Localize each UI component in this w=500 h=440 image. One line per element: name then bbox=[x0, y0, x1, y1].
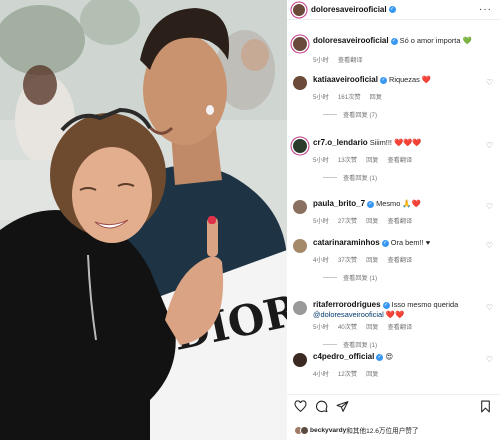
bookmark-icon[interactable] bbox=[479, 400, 492, 413]
comment-username[interactable]: paula_brito_7 bbox=[313, 199, 365, 208]
comment-time: 5小时 bbox=[313, 218, 329, 225]
post-side-panel: doloresaveirooficial ✓ ··· doloresaveiro… bbox=[287, 0, 500, 440]
verified-badge-icon: ✓ bbox=[376, 354, 384, 361]
comment-emoji: 😍 bbox=[385, 352, 394, 361]
comment-text: Ora bem!! bbox=[390, 238, 424, 247]
comment-emoji: ❤️ bbox=[421, 75, 432, 84]
more-options-icon[interactable]: ··· bbox=[479, 4, 492, 15]
like-comment-heart-icon[interactable]: ♡ bbox=[486, 241, 493, 250]
verified-badge-icon: ✓ bbox=[381, 240, 389, 247]
like-comment-heart-icon[interactable]: ♡ bbox=[486, 141, 493, 150]
comment-emoji: ♥ bbox=[425, 238, 431, 247]
author-avatar[interactable] bbox=[293, 3, 305, 16]
comment-icon[interactable] bbox=[315, 400, 328, 413]
translate-link[interactable]: 查看翻译 bbox=[338, 55, 363, 64]
comment-time: 5小时 bbox=[313, 157, 329, 164]
liked-by[interactable]: beckyvardy 和其他12.6万位用户赞了 bbox=[287, 422, 500, 438]
comment-time: 4小时 bbox=[313, 257, 329, 264]
avatar[interactable] bbox=[293, 37, 307, 51]
translate-link[interactable]: 查看翻译 bbox=[387, 155, 412, 164]
liked-by-suffix: 和其他12.6万位用户赞了 bbox=[346, 428, 419, 435]
comment-item: c4pedro_official ✓ 😍 ♡ 4小时 12次赞 回复 bbox=[293, 352, 493, 378]
comment-username[interactable]: katiaaveirooficial bbox=[313, 75, 378, 84]
comment-username[interactable]: doloresaveirooficial bbox=[313, 36, 389, 45]
view-replies-button[interactable]: 查看回复 (1) bbox=[323, 273, 493, 282]
post-photo[interactable]: DIOR bbox=[0, 0, 287, 440]
translate-link[interactable]: 查看翻译 bbox=[387, 255, 412, 264]
heart-icon[interactable] bbox=[294, 400, 307, 413]
comment-likes[interactable]: 40次赞 bbox=[338, 322, 357, 331]
comment-text: Siiim!!! bbox=[369, 138, 392, 147]
author-username[interactable]: doloresaveirooficial bbox=[311, 5, 387, 14]
avatar[interactable] bbox=[293, 139, 307, 153]
verified-badge-icon: ✓ bbox=[390, 38, 398, 45]
comment-item: paula_brito_7 ✓ Mesmo 🙏❤️ ♡ 5小时 27次赞 回复 查… bbox=[293, 199, 493, 225]
reply-button[interactable]: 回复 bbox=[366, 216, 378, 225]
avatar[interactable] bbox=[293, 353, 307, 367]
comment-likes[interactable]: 27次赞 bbox=[338, 216, 357, 225]
comment-likes[interactable]: 37次赞 bbox=[338, 255, 357, 264]
verified-badge-icon: ✓ bbox=[367, 201, 375, 208]
comment-likes[interactable]: 12次赞 bbox=[338, 369, 357, 378]
verified-badge-icon: ✓ bbox=[382, 302, 390, 309]
reply-button[interactable]: 回复 bbox=[366, 255, 378, 264]
reply-button[interactable]: 回复 bbox=[366, 322, 378, 331]
comment-item: catarinaraminhos ✓ Ora bem!! ♥ ♡ 4小时 37次赞… bbox=[293, 238, 493, 282]
comment-time: 5小时 bbox=[313, 94, 329, 101]
avatar[interactable] bbox=[293, 301, 307, 315]
comment-likes[interactable]: 13次赞 bbox=[338, 155, 357, 164]
comment-time: 5小时 bbox=[313, 57, 329, 64]
view-replies-button[interactable]: 查看回复 (7) bbox=[323, 110, 493, 119]
comment-likes[interactable]: 161次赞 bbox=[338, 92, 361, 101]
comment-time: 4小时 bbox=[313, 371, 329, 378]
verified-badge-icon: ✓ bbox=[379, 77, 387, 84]
caption: doloresaveirooficial ✓ Só o amor importa … bbox=[293, 36, 493, 64]
photo-illustration: DIOR bbox=[0, 0, 287, 440]
comment-username[interactable]: c4pedro_official bbox=[313, 352, 374, 361]
caption-emoji: 💚 bbox=[462, 36, 472, 45]
comment-text: Riquezas bbox=[388, 75, 420, 84]
post-header: doloresaveirooficial ✓ ··· bbox=[287, 0, 500, 20]
verified-badge-icon: ✓ bbox=[388, 6, 396, 13]
comment-username[interactable]: ritaferrorodrigues bbox=[313, 300, 381, 309]
comments-list: doloresaveirooficial ✓ Só o amor importa … bbox=[287, 22, 500, 394]
reply-button[interactable]: 回复 bbox=[366, 369, 378, 378]
reply-button[interactable]: 回复 bbox=[370, 92, 382, 101]
comment-mention[interactable]: @doloresaveirooficial bbox=[313, 310, 384, 319]
avatar[interactable] bbox=[293, 200, 307, 214]
translate-link[interactable]: 查看翻译 bbox=[387, 322, 412, 331]
comment-time: 5小时 bbox=[313, 324, 329, 331]
comment-text: Mesmo bbox=[376, 199, 401, 208]
like-comment-heart-icon[interactable]: ♡ bbox=[486, 78, 493, 87]
share-icon[interactable] bbox=[336, 400, 349, 413]
like-comment-heart-icon[interactable]: ♡ bbox=[486, 202, 493, 211]
like-comment-heart-icon[interactable]: ♡ bbox=[486, 303, 493, 312]
liked-by-username[interactable]: beckyvardy bbox=[310, 427, 346, 434]
comment-item: katiaaveirooficial ✓ Riquezas ❤️ ♡ 5小时 16… bbox=[293, 75, 493, 119]
post-action-bar bbox=[287, 394, 500, 418]
avatar[interactable] bbox=[293, 76, 307, 90]
comment-emoji: ❤️❤️❤️ bbox=[394, 138, 422, 147]
comment-text: Isso mesmo querida bbox=[391, 300, 459, 309]
avatar[interactable] bbox=[293, 239, 307, 253]
comment-emoji: ❤️❤️ bbox=[385, 310, 405, 319]
comment-item: ritaferrorodrigues ✓ Isso mesmo querida @… bbox=[293, 300, 493, 349]
like-comment-heart-icon[interactable]: ♡ bbox=[486, 355, 493, 364]
comment-username[interactable]: catarinaraminhos bbox=[313, 238, 380, 247]
view-replies-button[interactable]: 查看回复 (1) bbox=[323, 173, 493, 182]
view-replies-button[interactable]: 查看回复 (1) bbox=[323, 340, 493, 349]
translate-link[interactable]: 查看翻译 bbox=[387, 216, 412, 225]
reply-button[interactable]: 回复 bbox=[366, 155, 378, 164]
caption-text: Só o amor importa bbox=[399, 36, 461, 45]
comment-emoji: 🙏❤️ bbox=[402, 199, 421, 208]
liked-by-avatars bbox=[294, 425, 309, 435]
comment-item: cr7.o_lendario Siiim!!! ❤️❤️❤️ ♡ 5小时 13次… bbox=[293, 138, 493, 182]
comment-username[interactable]: cr7.o_lendario bbox=[313, 138, 368, 147]
